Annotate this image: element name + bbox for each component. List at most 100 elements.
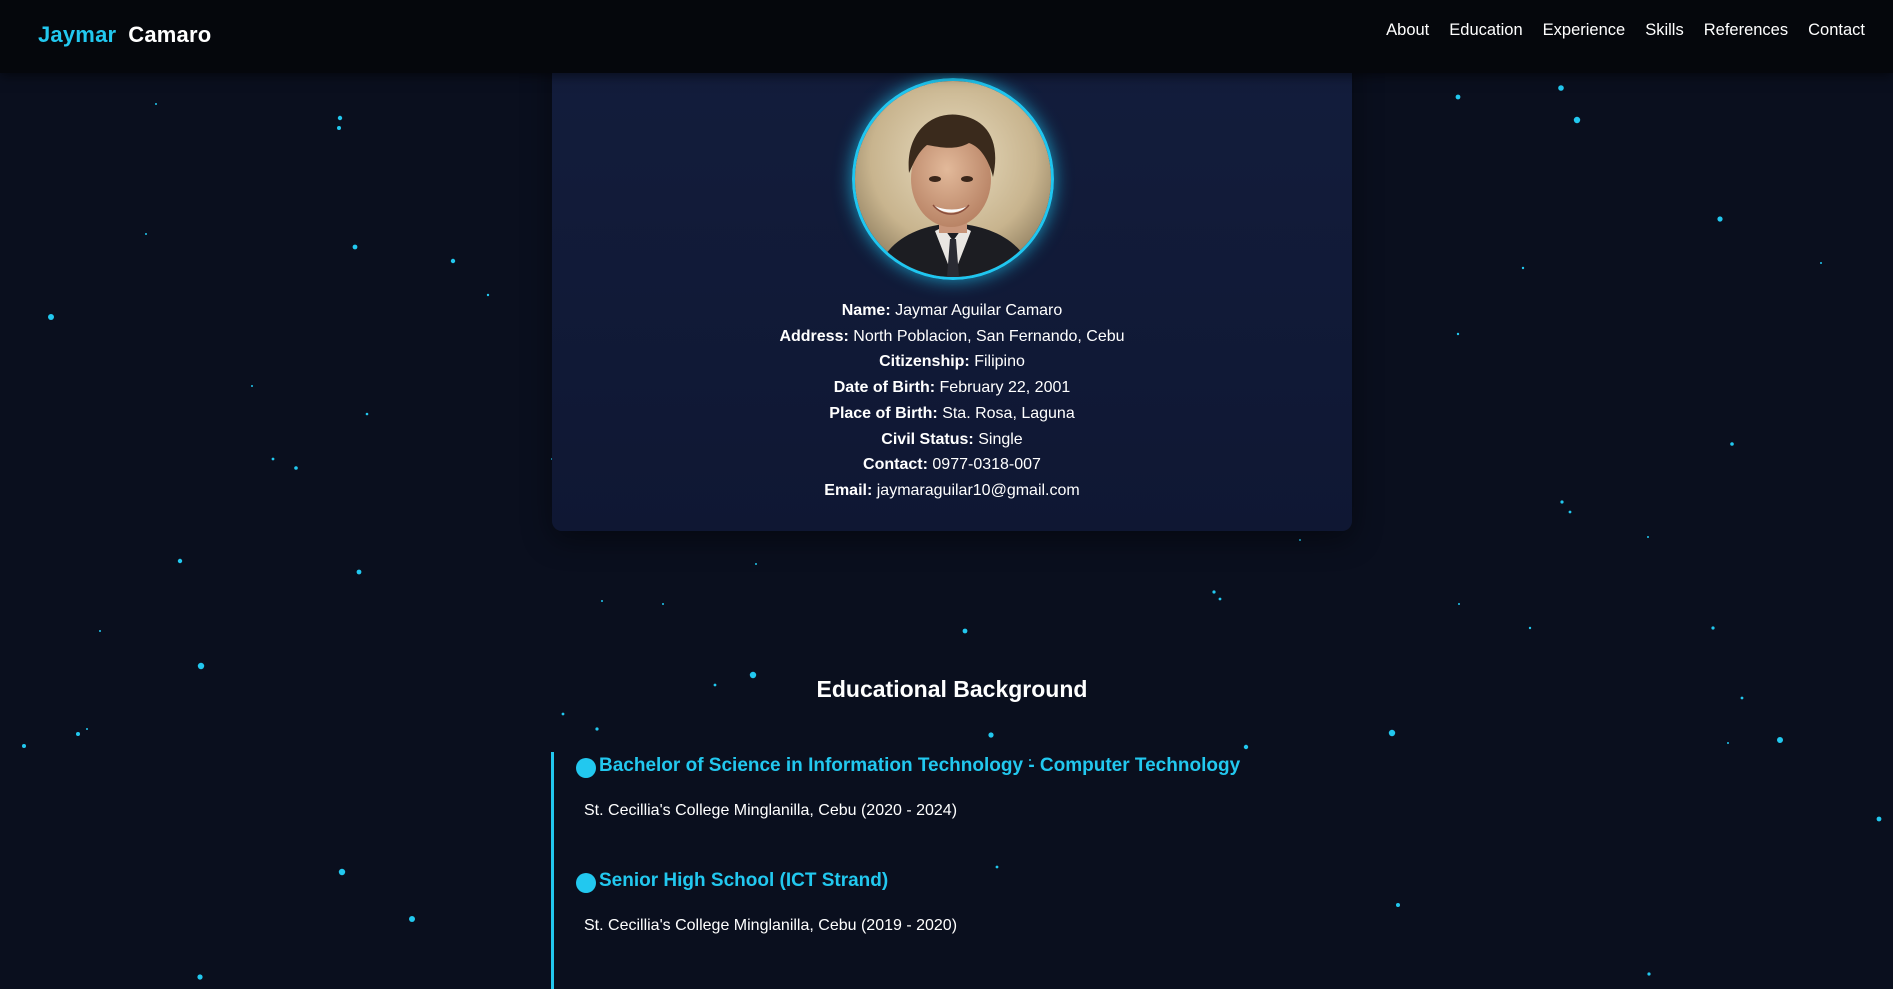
- portrait-image: [855, 81, 1051, 277]
- particle: [1528, 626, 1532, 630]
- info-value: Filipino: [974, 353, 1025, 371]
- particle: [22, 744, 26, 748]
- education-degree: Bachelor of Science in Information Techn…: [599, 755, 1241, 776]
- particle: [337, 115, 343, 121]
- particle: [1218, 597, 1222, 601]
- particle: [1388, 729, 1396, 737]
- particle: [1573, 116, 1581, 124]
- info-row-citizenship: Citizenship: Filipino: [552, 349, 1352, 375]
- info-value: Sta. Rosa, Laguna: [942, 404, 1075, 422]
- particle: [294, 466, 298, 470]
- particle: [1560, 500, 1564, 504]
- education-degree: Senior High School (ICT Strand): [599, 870, 889, 891]
- particle: [1458, 603, 1460, 605]
- particle: [995, 865, 999, 869]
- particle: [1876, 816, 1882, 822]
- particle: [595, 727, 599, 731]
- info-label: Name:: [841, 302, 891, 319]
- nav-link-skills[interactable]: Skills: [1645, 21, 1684, 40]
- particle: [409, 916, 415, 922]
- info-value: Jaymar Aguilar Camaro: [895, 302, 1063, 319]
- info-value: 0977-0318-007: [932, 456, 1041, 474]
- particle: [1396, 903, 1400, 907]
- info-value: jaymaraguilar10@gmail.com: [876, 481, 1080, 499]
- nav-link-education[interactable]: Education: [1449, 21, 1522, 40]
- info-row-civil-status: Civil Status: Single: [552, 427, 1352, 453]
- particle: [48, 314, 54, 320]
- info-label: Citizenship:: [879, 353, 970, 371]
- particle: [601, 600, 603, 602]
- particle: [1243, 744, 1249, 750]
- page: Jaymar Camaro About Education Experience …: [0, 0, 1893, 989]
- info-value: North Poblacion, San Fernando, Cebu: [853, 327, 1125, 345]
- info-label: Date of Birth:: [833, 379, 936, 397]
- particle: [76, 732, 80, 736]
- personal-info: Name: Jaymar Aguilar Camaro Address: Nor…: [552, 298, 1352, 504]
- info-label: Contact:: [863, 456, 928, 474]
- particle: [352, 244, 358, 250]
- info-value: Single: [978, 430, 1023, 448]
- brand-logo[interactable]: Jaymar Camaro: [38, 22, 211, 48]
- nav-menu: About Education Experience Skills Refere…: [1386, 21, 1865, 40]
- particle: [962, 628, 968, 634]
- info-row-email: Email: jaymaraguilar10@gmail.com: [552, 478, 1352, 504]
- particle: [1521, 266, 1525, 270]
- particle: [197, 974, 203, 980]
- info-row-place-of-birth: Place of Birth: Sta. Rosa, Laguna: [552, 401, 1352, 427]
- nav-link-experience[interactable]: Experience: [1543, 21, 1626, 40]
- info-value: February 22, 2001: [939, 379, 1071, 397]
- particle: [1647, 536, 1649, 538]
- particle: [338, 868, 346, 876]
- particle: [86, 728, 88, 730]
- particle: [99, 630, 101, 632]
- timeline-dot: [576, 873, 596, 893]
- nav-link-contact[interactable]: Contact: [1808, 21, 1865, 40]
- particle: [1456, 332, 1460, 336]
- info-row-name: Name: Jaymar Aguilar Camaro: [552, 298, 1352, 324]
- particle: [145, 233, 147, 235]
- particle: [1455, 94, 1461, 100]
- particle: [1299, 539, 1301, 541]
- particle: [755, 563, 757, 565]
- brand-last-name: Camaro: [128, 22, 212, 47]
- particle: [1212, 590, 1216, 594]
- particle: [662, 603, 664, 605]
- education-school: St. Cecillia's College Minglanilla, Cebu…: [584, 802, 958, 819]
- particle: [561, 712, 565, 716]
- particle: [177, 558, 183, 564]
- particle: [1647, 972, 1651, 976]
- particle: [1727, 742, 1729, 744]
- particle: [1820, 262, 1822, 264]
- particle: [251, 385, 253, 387]
- particle: [271, 457, 275, 461]
- education-section-title: Educational Background: [816, 676, 1088, 702]
- info-label: Place of Birth:: [829, 404, 938, 422]
- particle: [356, 569, 362, 575]
- particle: [197, 662, 205, 670]
- particle: [1568, 510, 1572, 514]
- particle: [365, 412, 369, 416]
- brand-first-name: Jaymar: [38, 22, 117, 47]
- navbar: Jaymar Camaro About Education Experience …: [0, 0, 1893, 73]
- particle: [486, 293, 490, 297]
- education-timeline-line: [551, 752, 554, 989]
- info-row-date-of-birth: Date of Birth: February 22, 2001: [552, 375, 1352, 401]
- info-label: Civil Status:: [881, 430, 974, 448]
- info-row-address: Address: North Poblacion, San Fernando, …: [552, 324, 1352, 350]
- particle: [1740, 696, 1744, 700]
- particle: [155, 103, 157, 105]
- particle: [1717, 216, 1723, 222]
- particle: [1777, 737, 1783, 743]
- particle: [450, 258, 456, 264]
- info-label: Email:: [824, 481, 873, 499]
- particle: [988, 732, 994, 738]
- education-school: St. Cecillia's College Minglanilla, Cebu…: [584, 917, 958, 934]
- particle: [1730, 442, 1734, 446]
- profile-photo: [852, 78, 1054, 280]
- timeline-dot: [576, 758, 596, 778]
- nav-link-references[interactable]: References: [1704, 21, 1788, 40]
- particle: [1558, 85, 1564, 91]
- particle: [1711, 626, 1715, 630]
- nav-link-about[interactable]: About: [1386, 21, 1429, 40]
- particle: [337, 126, 341, 130]
